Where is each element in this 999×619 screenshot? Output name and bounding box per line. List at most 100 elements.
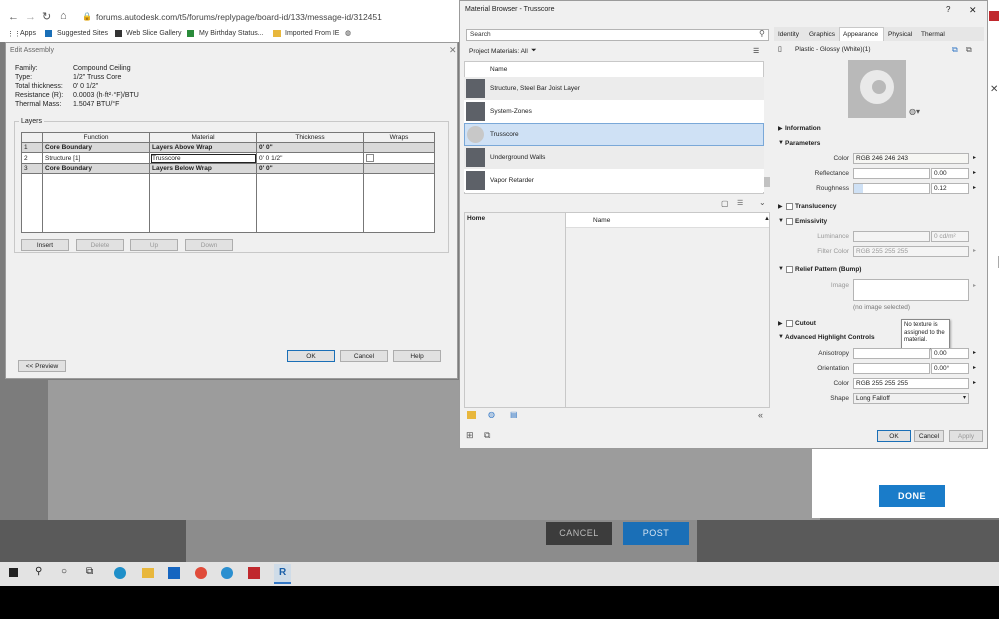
cancel-button[interactable]: Cancel [914,430,944,442]
preview-options-icon[interactable]: ◍▾ [909,107,920,116]
windows-start-icon[interactable] [9,568,18,577]
orientation-dropdown-icon[interactable]: ▸ [973,364,976,371]
anisotropy-slider[interactable] [853,348,930,359]
cutout-checkbox[interactable] [786,320,793,327]
up-button[interactable]: Up [130,239,178,251]
relief-checkbox[interactable] [786,266,793,273]
down-button[interactable]: Down [185,239,233,251]
ok-button[interactable]: OK [287,350,335,362]
list-item[interactable]: Vapor Retarder [464,169,764,192]
close-icon[interactable]: ✕ [449,45,457,56]
collapse-parameters-icon[interactable]: ▼ [778,140,784,146]
collapse-panel-icon[interactable]: « [758,410,763,420]
project-materials-filter[interactable]: Project Materials: All [469,48,528,55]
row-function[interactable]: Core Boundary [42,142,150,153]
reflectance-dropdown-icon[interactable]: ▸ [973,169,976,176]
orientation-field[interactable]: 0.00° [931,363,969,374]
edge-new-icon[interactable] [221,567,233,579]
apps-icon[interactable]: ⋮⋮ [7,30,21,38]
preview-button[interactable]: << Preview [18,360,66,372]
color-field[interactable]: RGB 246 246 243 [853,153,969,164]
close-icon[interactable]: ✕ [990,84,998,95]
emissivity-checkbox[interactable] [786,218,793,225]
advanced-color-field[interactable]: RGB 255 255 255 [853,378,969,389]
duplicate-asset-icon[interactable]: ⧉ [966,45,972,55]
anisotropy-dropdown-icon[interactable]: ▸ [973,349,976,356]
orientation-slider[interactable] [853,363,930,374]
section-emissivity[interactable]: Emissivity [795,218,827,225]
bookmark-suggested-sites[interactable]: Suggested Sites [57,30,108,37]
advanced-color-dropdown-icon[interactable]: ▸ [973,379,976,386]
translucency-checkbox[interactable] [786,203,793,210]
collapse-emissivity-icon[interactable]: ▼ [778,218,784,224]
delete-button[interactable]: Delete [76,239,124,251]
asset-browser-icon[interactable]: ▤ [510,410,518,419]
bookmark-web-slice[interactable]: Web Slice Gallery [126,30,182,37]
section-parameters[interactable]: Parameters [785,140,820,147]
home-icon[interactable]: ⌂ [60,10,67,22]
view-options-icon[interactable]: ☰ [737,199,743,207]
row-thickness[interactable]: 0' 0" [256,142,364,153]
materials-scrollbar[interactable] [764,61,770,194]
insert-button[interactable]: Insert [21,239,69,251]
row-function[interactable]: Structure [1] [42,152,150,164]
apply-button[interactable]: Apply [949,430,983,442]
expand-information-icon[interactable]: ▶ [778,125,783,132]
outlook-icon[interactable] [168,567,180,579]
wraps-checkbox[interactable] [366,154,374,162]
chrome-icon[interactable] [195,567,207,579]
file-explorer-icon[interactable] [142,568,154,578]
help-button[interactable]: Help [393,350,441,362]
row-function[interactable]: Core Boundary [42,163,150,174]
shape-select[interactable]: Long Falloff [853,393,969,404]
expand-cutout-icon[interactable]: ▶ [778,320,783,327]
help-icon[interactable]: ? [946,5,950,14]
section-cutout[interactable]: Cutout [795,320,816,327]
row-material[interactable]: Layers Above Wrap [149,142,257,153]
tab-identity[interactable]: Identity [778,31,799,38]
section-advanced[interactable]: Advanced Highlight Controls [785,334,875,341]
collapse-icon[interactable]: ⌄ [759,198,766,207]
image-dropdown-icon[interactable]: ▸ [973,282,976,289]
replace-asset-icon[interactable]: ⧉ [952,45,958,55]
task-view-icon[interactable]: ⧉ [86,566,93,577]
library-home[interactable]: Home [467,215,485,222]
reflectance-slider[interactable] [853,168,930,179]
roughness-slider[interactable] [853,183,930,194]
row-thickness[interactable]: 0' 0" [256,163,364,174]
luminance-slider[interactable] [853,231,930,242]
search-icon[interactable]: ⚲ [759,29,765,38]
tab-physical[interactable]: Physical [888,31,912,38]
done-button[interactable]: DONE [879,485,945,507]
library-options-icon[interactable]: ◍ [488,410,495,419]
bookmark-apps[interactable]: Apps [20,30,36,37]
table-row[interactable]: 3 Core Boundary Layers Below Wrap 0' 0" [21,163,435,174]
filter-icon[interactable]: ⏷ [531,47,537,55]
row-material[interactable]: Trusscore [149,152,257,164]
ok-button[interactable]: OK [877,430,911,442]
luminance-field[interactable]: 0 cd/m² [931,231,969,242]
section-translucency[interactable]: Translucency [795,203,837,210]
image-slot[interactable] [853,279,969,301]
anisotropy-field[interactable]: 0.00 [931,348,969,359]
row-material[interactable]: Layers Below Wrap [149,163,257,174]
globe-icon[interactable]: ◍ [345,29,351,37]
address-bar[interactable]: forums.autodesk.com/t5/forums/replypage/… [96,12,382,22]
scrollbar-thumb[interactable] [764,177,770,187]
row-thickness[interactable]: 0' 0 1/2" [256,152,364,164]
section-information[interactable]: Information [785,125,821,132]
duplicate-icon[interactable]: ⊞ [466,430,474,441]
acrobat-icon[interactable] [989,11,999,21]
tab-thermal[interactable]: Thermal [921,31,945,38]
collapse-advanced-icon[interactable]: ▼ [778,334,784,340]
cortana-icon[interactable]: ○ [61,566,67,577]
color-dropdown-icon[interactable]: ▸ [973,154,976,161]
filter-color-field[interactable]: RGB 255 255 255 [853,246,969,257]
post-button[interactable]: POST [623,522,689,545]
acrobat-taskbar-icon[interactable] [248,567,260,579]
edge-icon[interactable] [114,567,126,579]
tab-appearance[interactable]: Appearance [843,31,878,38]
close-icon[interactable]: ✕ [969,5,977,16]
bookmark-imported[interactable]: Imported From IE [285,30,339,37]
search-icon[interactable]: ⚲ [35,566,42,577]
